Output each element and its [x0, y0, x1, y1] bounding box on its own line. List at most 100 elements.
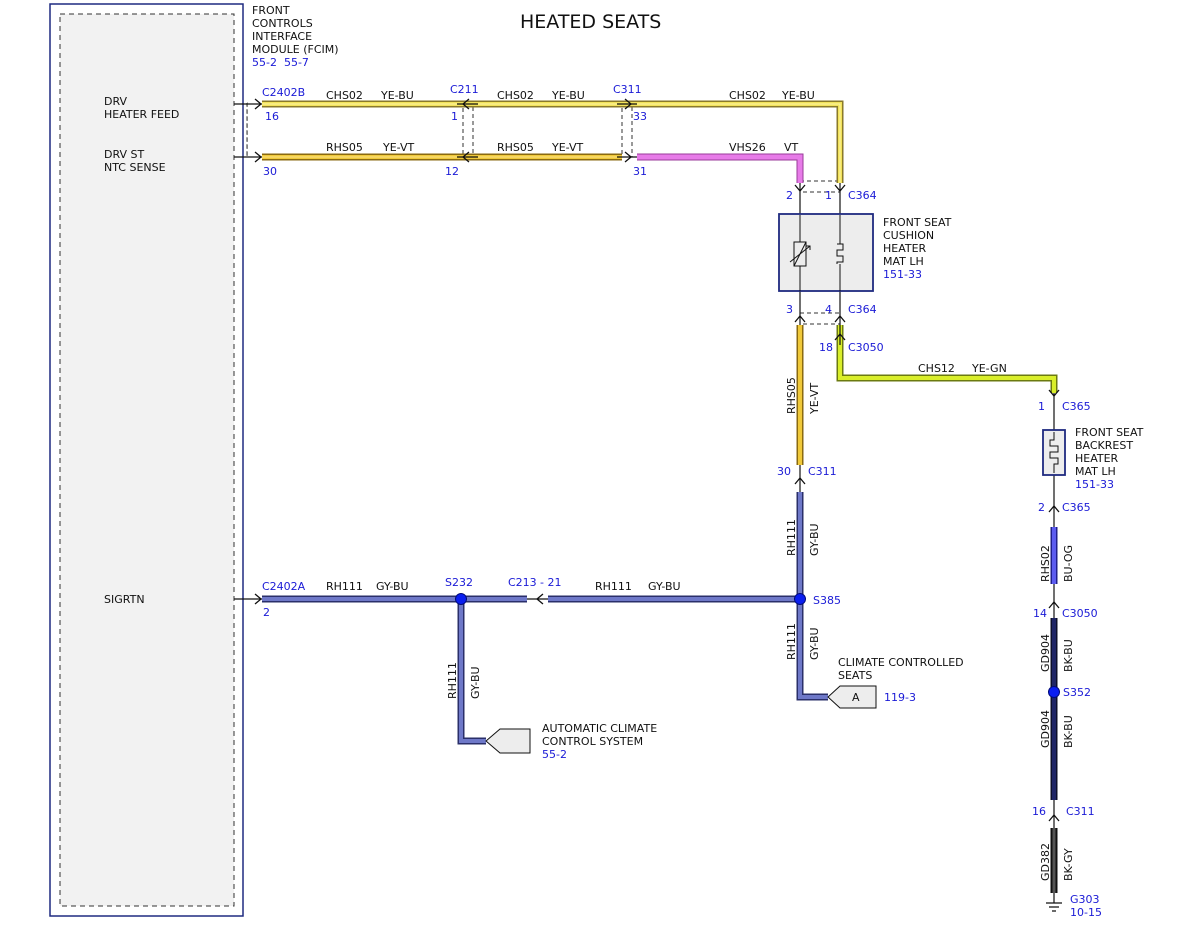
- c3050-top-name: C3050: [848, 341, 884, 354]
- backrest-name-line2: BACKREST: [1075, 439, 1133, 452]
- w8-color: YE-GN: [971, 362, 1007, 375]
- cushion-heater-box: [778, 213, 874, 292]
- offpage-acc-line1: AUTOMATIC CLIMATE: [542, 722, 657, 735]
- w15-color: BK-BU: [1062, 639, 1075, 672]
- w16-circuit: GD904: [1039, 710, 1052, 748]
- w17-circuit: GD382: [1039, 843, 1052, 881]
- c2402b-pin16: 16: [265, 110, 279, 123]
- w7-circuit: RHS05: [785, 377, 798, 414]
- offpage-climate-seats-line2: SEATS: [838, 669, 872, 682]
- c365-bot-pin2: 2: [1038, 501, 1045, 514]
- offpage-acc-line2: CONTROL SYSTEM: [542, 735, 643, 748]
- w11-color: GY-BU: [648, 580, 681, 593]
- module-refs: 55-2 55-7: [252, 56, 309, 69]
- w1-circuit: CHS02: [326, 89, 363, 102]
- w7-color: YE-VT: [808, 382, 821, 415]
- c311-bot-name: C311: [1066, 805, 1095, 818]
- c365-bot-name: C365: [1062, 501, 1091, 514]
- cushion-name-line3: HEATER: [883, 242, 927, 255]
- c213-pin: - 21: [540, 576, 561, 589]
- c3050-bot-pin14: 14: [1033, 607, 1047, 620]
- backrest-name-line1: FRONT SEAT: [1075, 426, 1144, 439]
- c211-pin12: 12: [445, 165, 459, 178]
- w4-circuit: RHS05: [326, 141, 363, 154]
- w8-circuit: CHS12: [918, 362, 955, 375]
- offpage-climate-seats: A CLIMATE CONTROLLED SEATS 119-3: [827, 656, 964, 709]
- w4-color: YE-VT: [382, 141, 415, 154]
- c364-top-outline: [799, 180, 841, 193]
- w16-color: BK-BU: [1062, 715, 1075, 748]
- w12-circuit: RH111: [446, 662, 459, 699]
- c213-name: C213: [508, 576, 537, 589]
- c364-top-pin2: 2: [786, 189, 793, 202]
- module-inner-dashed: [59, 13, 235, 907]
- w14-circuit: RHS02: [1039, 545, 1052, 582]
- w6-circuit: VHS26: [729, 141, 766, 154]
- w10-circuit: RH111: [326, 580, 363, 593]
- c3050-bot-name: C3050: [1062, 607, 1098, 620]
- c365-top-pin1: 1: [1038, 400, 1045, 413]
- splice-s232-dot: [455, 593, 467, 605]
- ground-name: G303: [1070, 893, 1100, 906]
- c311-top-outline: [621, 102, 633, 158]
- c311-top-pin31: 31: [633, 165, 647, 178]
- wire-rh111: [262, 492, 828, 745]
- c311-mid-name: C311: [808, 465, 837, 478]
- w5-circuit: RHS05: [497, 141, 534, 154]
- c311-mid-pin30: 30: [777, 465, 791, 478]
- ground-g303: G303 10-15: [1046, 893, 1102, 919]
- ground-ref: 10-15: [1070, 906, 1102, 919]
- w12-color: GY-BU: [469, 666, 482, 699]
- connector-labels: C2402B 16 30 C2402A 2 C211 1 12 C311 33 …: [262, 83, 1098, 818]
- c365-top-name: C365: [1062, 400, 1091, 413]
- backrest-name-line4: MAT LH: [1075, 465, 1116, 478]
- c2402b-pin30: 30: [263, 165, 277, 178]
- w1-color: YE-BU: [380, 89, 414, 102]
- offpage-acc-flag: [485, 728, 531, 754]
- c2402a-name: C2402A: [262, 580, 306, 593]
- w10-color: GY-BU: [376, 580, 409, 593]
- pin-label-ntc-sense-2: NTC SENSE: [104, 161, 166, 174]
- backrest-ref: 151-33: [1075, 478, 1114, 491]
- c2402b-name: C2402B: [262, 86, 305, 99]
- w6-color: VT: [784, 141, 799, 154]
- wire-chs12: [836, 325, 1058, 393]
- w13-color: GY-BU: [808, 627, 821, 660]
- module-name-line4: MODULE (FCIM): [252, 43, 339, 56]
- splice-s352-dot: [1048, 686, 1060, 698]
- w9-color: GY-BU: [808, 523, 821, 556]
- c311-bot-pin16: 16: [1032, 805, 1046, 818]
- c211-pin1: 1: [451, 110, 458, 123]
- cushion-name-line2: CUSHION: [883, 229, 934, 242]
- pin-label-heater-feed-1: DRV: [104, 95, 128, 108]
- w2-circuit: CHS02: [497, 89, 534, 102]
- c364-bot-name: C364: [848, 303, 877, 316]
- cushion-heater-component: FRONT SEAT CUSHION HEATER MAT LH 151-33: [778, 213, 952, 292]
- c311-top-name: C311: [613, 83, 642, 96]
- w11-circuit: RH111: [595, 580, 632, 593]
- pin-label-ntc-sense-1: DRV ST: [104, 148, 145, 161]
- pin-label-sigrtn: SIGRTN: [104, 593, 145, 606]
- cushion-name-line1: FRONT SEAT: [883, 216, 952, 229]
- offpage-acc-ref: 55-2: [542, 748, 567, 761]
- c3050-top-pin18: 18: [819, 341, 833, 354]
- connector-outlines: [246, 102, 841, 325]
- splice-s385-label: S385: [813, 594, 841, 607]
- module-name-line3: INTERFACE: [252, 30, 312, 43]
- w13-circuit: RH111: [785, 623, 798, 660]
- module-name-line1: FRONT: [252, 4, 290, 17]
- w3-circuit: CHS02: [729, 89, 766, 102]
- connector-arrows: [254, 98, 1060, 822]
- c211-name: C211: [450, 83, 479, 96]
- pin-label-heater-feed-2: HEATER FEED: [104, 108, 179, 121]
- w3-color: YE-BU: [781, 89, 815, 102]
- w5-color: YE-VT: [551, 141, 584, 154]
- w2-color: YE-BU: [551, 89, 585, 102]
- splice-s352-label: S352: [1063, 686, 1091, 699]
- w14-color: BU-OG: [1062, 545, 1075, 582]
- wire-labels: CHS02 YE-BU CHS02 YE-BU CHS02 YE-BU RHS0…: [326, 89, 1075, 881]
- backrest-heater-component: FRONT SEAT BACKREST HEATER MAT LH 151-33: [1042, 426, 1144, 491]
- c364-bot-pin3: 3: [786, 303, 793, 316]
- w17-color: BK-GY: [1062, 848, 1075, 881]
- offpage-acc: AUTOMATIC CLIMATE CONTROL SYSTEM 55-2: [485, 722, 657, 761]
